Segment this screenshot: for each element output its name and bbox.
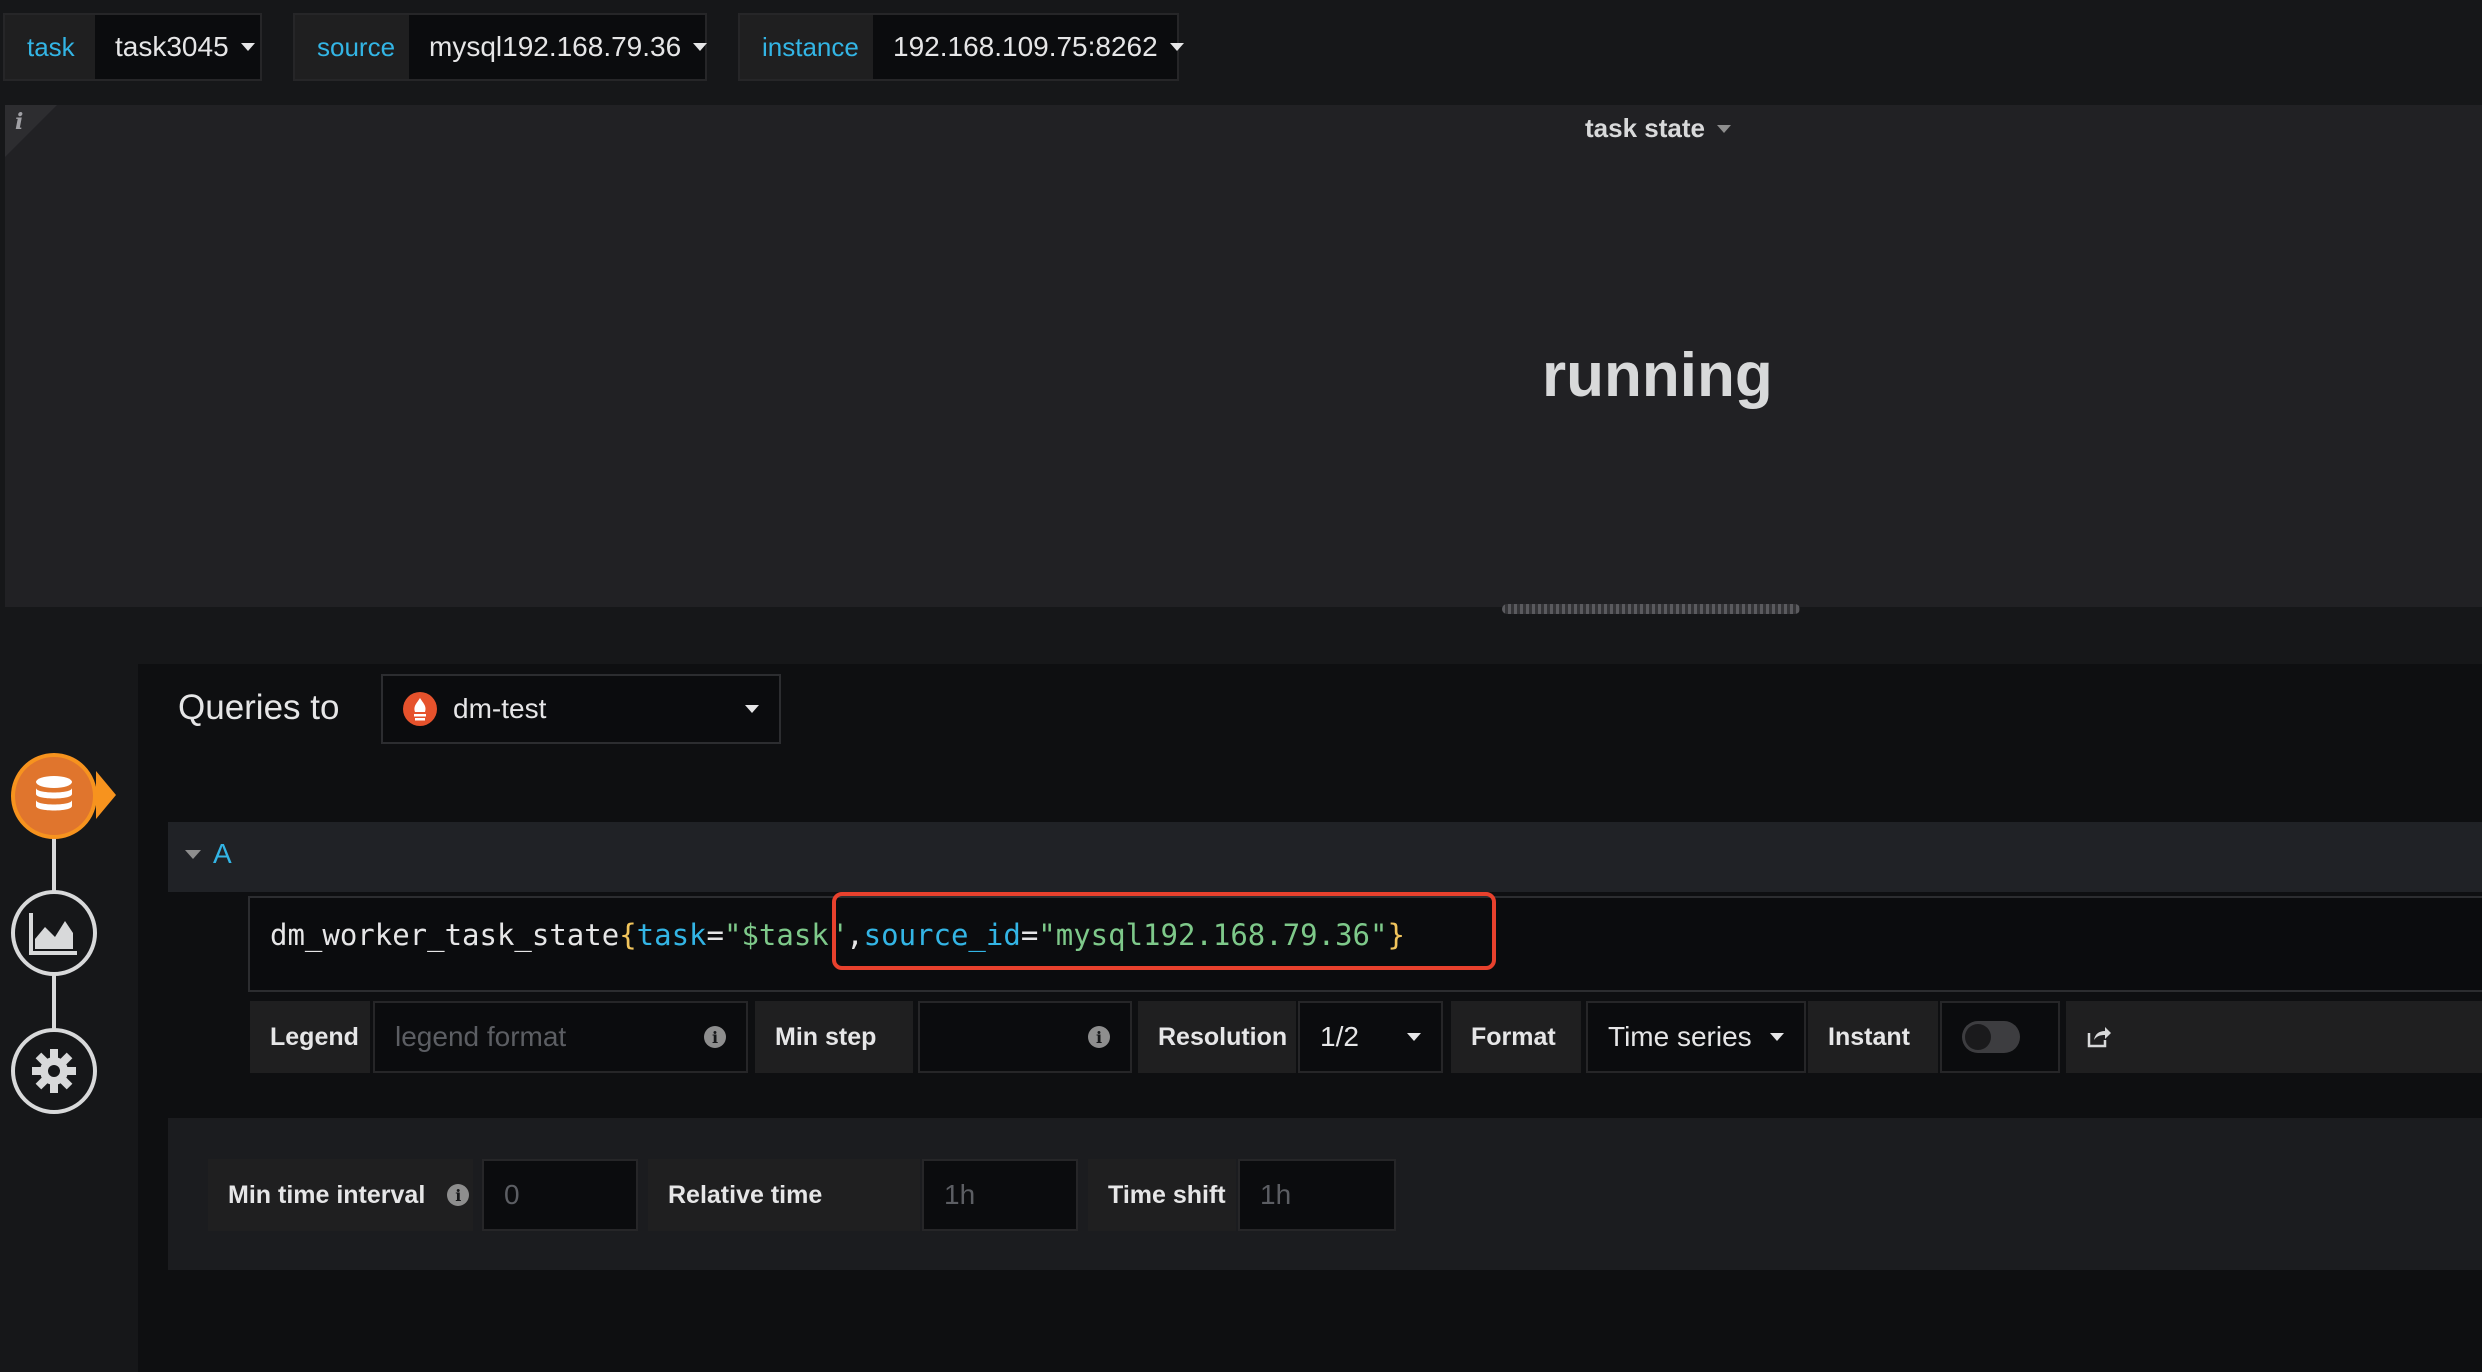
time-shift-placeholder: 1h: [1260, 1179, 1292, 1210]
min-time-interval-input[interactable]: 0: [482, 1159, 638, 1231]
datasource-picker[interactable]: dm-test: [381, 674, 781, 744]
query-label-key: task: [636, 918, 707, 952]
format-label: Format: [1451, 1001, 1581, 1073]
format-select[interactable]: Time series: [1586, 1001, 1806, 1073]
info-icon[interactable]: i: [447, 1184, 470, 1206]
variable-instance: instance 192.168.109.75:8262: [738, 13, 1184, 81]
info-icon[interactable]: i: [704, 1026, 726, 1048]
prometheus-icon: [403, 692, 437, 726]
min-step-input[interactable]: i: [918, 1001, 1132, 1073]
step-connector: [52, 974, 56, 1034]
active-step-arrow: [96, 771, 116, 819]
resolution-label: Resolution: [1138, 1001, 1296, 1073]
settings-icon: [32, 1049, 76, 1093]
stat-value: running: [1542, 341, 1773, 410]
queries-to-label: Queries to: [178, 688, 340, 727]
resolution-select[interactable]: 1/2: [1298, 1001, 1443, 1073]
panel-info-corner[interactable]: [5, 105, 57, 157]
variable-value-source: mysql192.168.79.36: [429, 31, 682, 62]
info-icon[interactable]: i: [15, 109, 23, 135]
chart-icon: [29, 913, 77, 955]
min-time-interval-text: Min time interval: [228, 1180, 426, 1209]
variable-label-task: task: [5, 15, 95, 79]
query-collapse-toggle[interactable]: A: [185, 838, 232, 870]
chevron-down-icon: [185, 849, 201, 859]
chevron-down-icon: [1770, 1033, 1784, 1041]
chevron-down-icon: [693, 43, 708, 51]
stat-panel: i: [5, 105, 2482, 607]
legend-label: Legend: [250, 1001, 370, 1073]
instant-toggle[interactable]: [1962, 1021, 2020, 1053]
variable-source: source mysql192.168.79.36: [293, 13, 708, 81]
variable-select-source[interactable]: mysql192.168.79.36: [409, 15, 708, 79]
relative-time-input[interactable]: 1h: [922, 1159, 1078, 1231]
export-area: [2066, 1001, 2482, 1073]
variable-select-instance[interactable]: 192.168.109.75:8262: [873, 15, 1184, 79]
database-icon: [36, 776, 72, 811]
resolution-value: 1/2: [1320, 1021, 1359, 1052]
annotation-highlight-box: [832, 892, 1496, 970]
variable-label-source: source: [295, 15, 409, 79]
info-icon[interactable]: i: [1088, 1026, 1110, 1048]
panel-title[interactable]: task state: [1585, 113, 1731, 144]
chevron-down-icon: [1407, 1033, 1421, 1041]
variable-value-instance: 192.168.109.75:8262: [893, 31, 1158, 62]
relative-time-label: Relative time: [648, 1159, 920, 1231]
instant-toggle-wrap: [1940, 1001, 2060, 1073]
panel-title-text: task state: [1585, 113, 1705, 143]
min-time-interval-placeholder: 0: [504, 1179, 520, 1210]
step-connector: [52, 836, 56, 896]
step-queries[interactable]: [11, 753, 97, 839]
chevron-down-icon: [745, 705, 759, 713]
panel-resize-handle[interactable]: [1502, 604, 1800, 614]
variable-task: task task3045: [3, 13, 262, 81]
legend-placeholder: legend format: [395, 1021, 567, 1052]
time-shift-input[interactable]: 1h: [1238, 1159, 1396, 1231]
step-visualization[interactable]: [11, 890, 97, 976]
variable-label-instance: instance: [740, 15, 873, 79]
variable-select-task[interactable]: task3045: [95, 15, 260, 79]
chevron-down-icon: [240, 43, 255, 51]
relative-time-placeholder: 1h: [944, 1179, 976, 1210]
query-brace-open: {: [619, 918, 637, 952]
query-operator: =: [706, 918, 724, 952]
instant-label: Instant: [1808, 1001, 1938, 1073]
legend-input[interactable]: legend format i: [373, 1001, 748, 1073]
query-letter: A: [213, 838, 232, 869]
query-label-value: "$task": [723, 918, 847, 952]
query-metric: dm_worker_task_state: [270, 918, 620, 952]
step-general-settings[interactable]: [11, 1028, 97, 1114]
time-shift-label: Time shift: [1088, 1159, 1236, 1231]
chevron-down-icon: [1716, 124, 1731, 133]
share-icon[interactable]: [2086, 1025, 2112, 1049]
query-row-header[interactable]: [168, 822, 2482, 892]
format-value: Time series: [1608, 1021, 1752, 1052]
variable-value-task: task3045: [115, 31, 229, 62]
datasource-name: dm-test: [453, 693, 547, 724]
min-time-interval-label: Min time interval i: [208, 1159, 473, 1231]
chevron-down-icon: [1169, 43, 1184, 51]
min-step-label: Min step: [755, 1001, 913, 1073]
